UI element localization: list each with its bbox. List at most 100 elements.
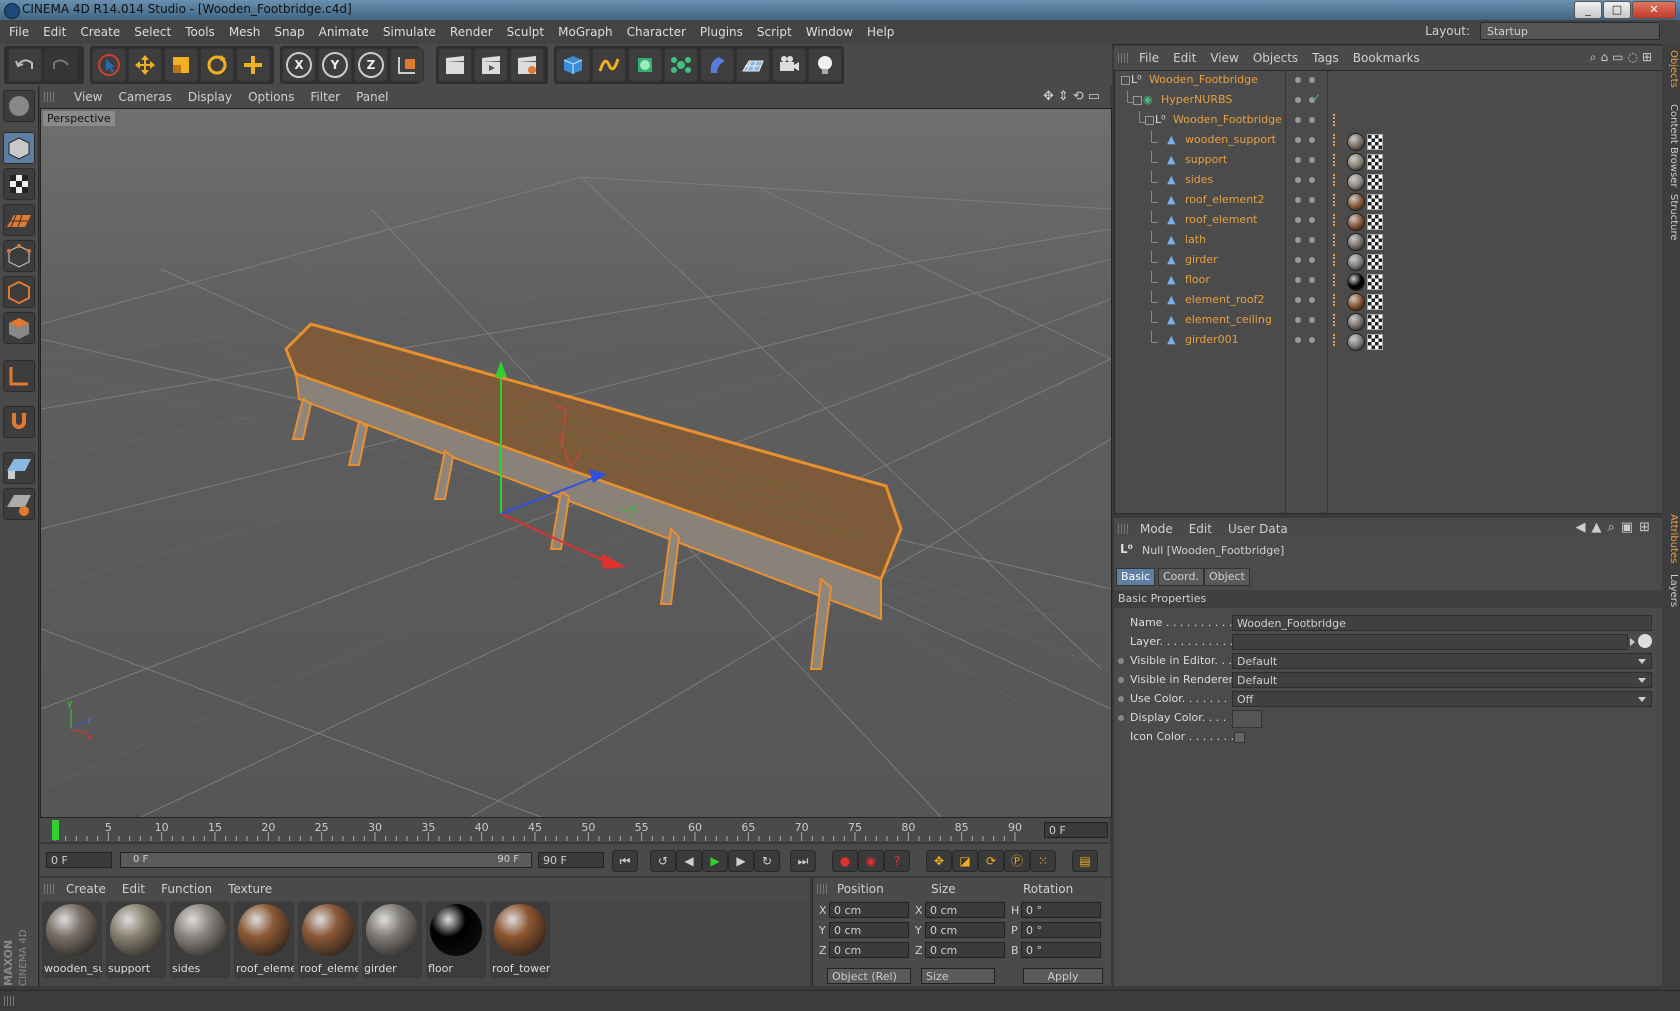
current-frame-field[interactable]: 0 F bbox=[1044, 822, 1108, 838]
size-mode-select[interactable]: Size bbox=[921, 968, 995, 984]
object-row[interactable]: ▲ floor bbox=[1115, 271, 1663, 291]
menu-animate[interactable]: Animate bbox=[312, 20, 376, 44]
attr-value-visible-in-renderer[interactable]: Default bbox=[1232, 672, 1652, 688]
render-settings-button[interactable] bbox=[510, 48, 544, 82]
render-visibility-dot[interactable] bbox=[1309, 77, 1315, 83]
spline-button[interactable] bbox=[592, 48, 626, 82]
material-swatch[interactable]: sides bbox=[170, 902, 230, 978]
timeline-ruler[interactable]: 051015202530354045505560657075808590 0 F bbox=[40, 818, 1110, 842]
viewport-menu-display[interactable]: Display bbox=[180, 86, 240, 108]
object-menu-view[interactable]: View bbox=[1203, 46, 1245, 70]
rotation-b-field[interactable]: 0 ° bbox=[1021, 942, 1101, 958]
folder-icon[interactable]: ▭ bbox=[1612, 50, 1627, 64]
x-axis-lock-button[interactable]: X bbox=[282, 48, 316, 82]
object-menu-edit[interactable]: Edit bbox=[1166, 46, 1203, 70]
attr-value-layer[interactable] bbox=[1232, 634, 1628, 650]
attribute-menu-user-data[interactable]: User Data bbox=[1220, 518, 1296, 540]
record-position-button[interactable]: ✥ bbox=[926, 850, 952, 872]
render-visibility-dot[interactable] bbox=[1309, 277, 1315, 283]
editor-visibility-dot[interactable] bbox=[1295, 117, 1301, 123]
render-visibility-dot[interactable] bbox=[1309, 157, 1315, 163]
menu-snap[interactable]: Snap bbox=[267, 20, 311, 44]
uvw-tag-icon[interactable] bbox=[1367, 314, 1383, 330]
expand-toggle-icon[interactable] bbox=[1121, 76, 1130, 85]
light-button[interactable] bbox=[808, 48, 842, 82]
render-view-button[interactable] bbox=[438, 48, 472, 82]
next-frame-button[interactable]: ▶ bbox=[728, 850, 754, 872]
editor-visibility-dot[interactable] bbox=[1295, 337, 1301, 343]
nurbs-button[interactable] bbox=[628, 48, 662, 82]
editor-visibility-dot[interactable] bbox=[1295, 197, 1301, 203]
material-swatch[interactable]: roof_eleme bbox=[298, 902, 358, 978]
phong-tag-icon[interactable] bbox=[1333, 194, 1345, 206]
object-name[interactable]: girder001 bbox=[1185, 333, 1239, 346]
editor-visibility-dot[interactable] bbox=[1295, 177, 1301, 183]
attribute-menu-mode[interactable]: Mode bbox=[1132, 518, 1181, 540]
dolly-icon[interactable]: ⇕ bbox=[1058, 89, 1073, 104]
apply-button[interactable]: Apply bbox=[1023, 968, 1103, 984]
go-to-start-button[interactable]: ⏮ bbox=[612, 850, 638, 872]
locked-workplane-button[interactable] bbox=[3, 488, 35, 520]
icon-color-checkbox[interactable] bbox=[1234, 732, 1245, 743]
side-tab-content-browser[interactable]: Content Browser bbox=[1663, 104, 1679, 187]
array-button[interactable] bbox=[664, 48, 698, 82]
display-color-swatch[interactable] bbox=[1232, 710, 1262, 728]
object-name[interactable]: Wooden_Footbridge bbox=[1149, 73, 1258, 86]
material-swatch[interactable]: wooden_su bbox=[42, 902, 102, 978]
minimize-button[interactable]: _ bbox=[1574, 1, 1602, 19]
menu-script[interactable]: Script bbox=[750, 20, 799, 44]
enabled-check-icon[interactable]: ✓ bbox=[1311, 91, 1321, 105]
object-row[interactable]: ▲ lath bbox=[1115, 231, 1663, 251]
object-name[interactable]: girder bbox=[1185, 253, 1218, 266]
material-tag-icon[interactable] bbox=[1347, 313, 1365, 331]
object-menu-bookmarks[interactable]: Bookmarks bbox=[1346, 46, 1427, 70]
render-visibility-dot[interactable] bbox=[1309, 177, 1315, 183]
material-tag-icon[interactable] bbox=[1347, 293, 1365, 311]
uvw-tag-icon[interactable] bbox=[1367, 254, 1383, 270]
material-swatch[interactable]: roof_tower bbox=[490, 902, 550, 978]
keyframe-selection-button[interactable]: ? bbox=[884, 850, 910, 872]
material-tag-icon[interactable] bbox=[1347, 153, 1365, 171]
object-menu-objects[interactable]: Objects bbox=[1246, 46, 1305, 70]
menu-plugins[interactable]: Plugins bbox=[693, 20, 750, 44]
previous-frame-button[interactable]: ◀ bbox=[676, 850, 702, 872]
side-tab-layers[interactable]: Layers bbox=[1663, 574, 1679, 607]
undo-button[interactable] bbox=[8, 48, 42, 82]
new-window-icon[interactable]: ⊞ bbox=[1642, 50, 1656, 64]
frame-ruler[interactable]: 051015202530354045505560657075808590 bbox=[50, 818, 1040, 842]
render-picture-viewer-button[interactable] bbox=[474, 48, 508, 82]
object-row[interactable]: ◉ HyperNURBS ✓ bbox=[1115, 91, 1663, 111]
transform-button[interactable] bbox=[236, 48, 270, 82]
viewport-menu-panel[interactable]: Panel bbox=[348, 86, 396, 108]
material-tag-icon[interactable] bbox=[1347, 193, 1365, 211]
expand-toggle-icon[interactable] bbox=[1133, 96, 1142, 105]
object-row[interactable]: L⁰ Wooden_Footbridge bbox=[1115, 71, 1663, 91]
edges-mode-button[interactable] bbox=[3, 276, 35, 308]
render-visibility-dot[interactable] bbox=[1309, 237, 1315, 243]
uvw-tag-icon[interactable] bbox=[1367, 174, 1383, 190]
editor-visibility-dot[interactable] bbox=[1295, 277, 1301, 283]
render-visibility-dot[interactable] bbox=[1309, 317, 1315, 323]
points-mode-button[interactable] bbox=[3, 240, 35, 272]
cube-button[interactable] bbox=[556, 48, 590, 82]
tab-coord[interactable]: Coord. bbox=[1158, 568, 1204, 586]
floor-button[interactable] bbox=[736, 48, 770, 82]
position-z-field[interactable]: 0 cm bbox=[829, 942, 909, 958]
record-rotation-button[interactable]: ⟳ bbox=[978, 850, 1004, 872]
menu-tools[interactable]: Tools bbox=[178, 20, 222, 44]
animate-dot[interactable] bbox=[1118, 677, 1124, 683]
live-selection-button[interactable] bbox=[92, 48, 126, 82]
object-name[interactable]: lath bbox=[1185, 233, 1206, 246]
editor-visibility-dot[interactable] bbox=[1295, 297, 1301, 303]
object-row[interactable]: ▲ sides bbox=[1115, 171, 1663, 191]
phong-tag-icon[interactable] bbox=[1333, 154, 1345, 166]
orbit-icon[interactable]: ⟲ bbox=[1073, 89, 1088, 104]
perspective-viewport[interactable]: y x z Perspective bbox=[40, 108, 1112, 818]
render-visibility-dot[interactable] bbox=[1309, 257, 1315, 263]
rotation-h-field[interactable]: 0 ° bbox=[1021, 902, 1101, 918]
rotate-button[interactable] bbox=[200, 48, 234, 82]
material-tag-icon[interactable] bbox=[1347, 273, 1365, 291]
new-window-icon[interactable]: ⊞ bbox=[1639, 520, 1656, 535]
start-frame-field[interactable]: 0 F bbox=[46, 852, 112, 868]
uvw-tag-icon[interactable] bbox=[1367, 334, 1383, 350]
